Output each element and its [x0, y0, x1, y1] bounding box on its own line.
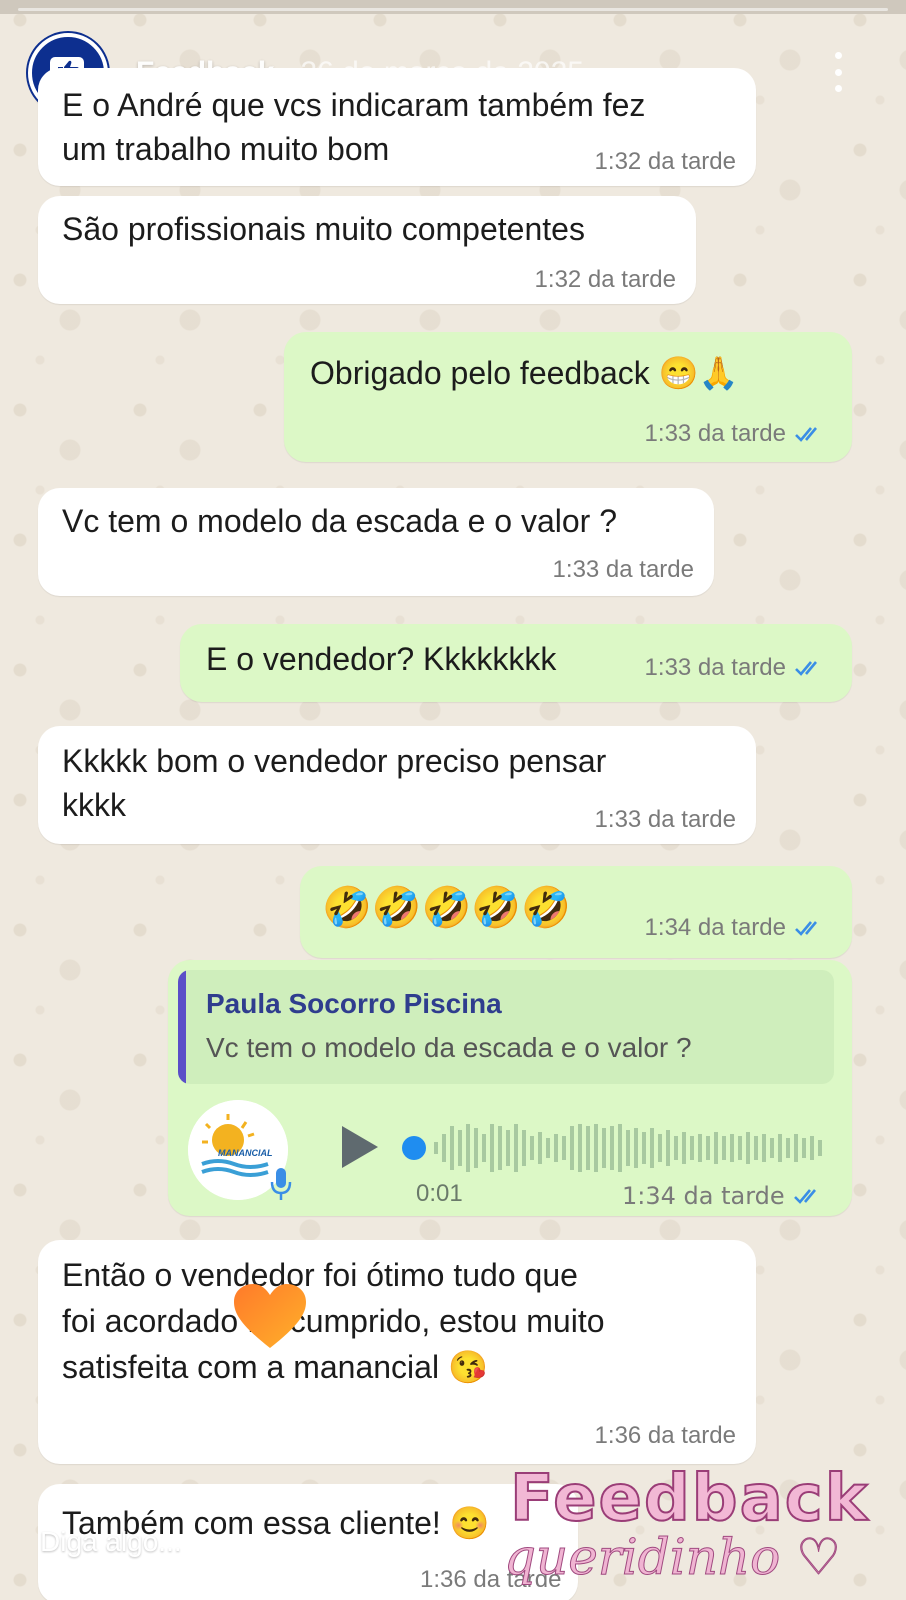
read-receipt-icon	[794, 918, 826, 938]
message-text: São profissionais muito competentes	[62, 211, 585, 247]
message-text: 🤣🤣🤣🤣🤣	[322, 886, 572, 930]
message-bubble-incoming[interactable]: Vc tem o modelo da escada e o valor ? 1:…	[38, 488, 714, 596]
message-time: 1:32 da tarde	[534, 266, 676, 293]
message-bubble-incoming[interactable]: São profissionais muito competentes 1:32…	[38, 196, 696, 304]
message-time: 1:33 da tarde	[645, 420, 826, 448]
message-text: Obrigado pelo feedback 😁🙏	[310, 355, 739, 391]
quoted-sender: Paula Socorro Piscina	[206, 988, 502, 1019]
message-time: 1:33 da tarde	[594, 806, 736, 833]
message-time: 1:36 da tarde	[594, 1422, 736, 1449]
microphone-icon	[268, 1166, 294, 1206]
message-bubble-outgoing[interactable]: E o vendedor? Kkkkkkkk 1:33 da tarde	[180, 624, 852, 702]
read-receipt-icon	[794, 658, 826, 678]
feedback-sticker-subtitle: queridinho ♡	[504, 1528, 842, 1587]
message-time: 1:32 da tarde	[594, 148, 736, 175]
quoted-message[interactable]: Paula Socorro Piscina Vc tem o modelo da…	[178, 970, 834, 1084]
message-text: Vc tem o modelo da escada e o valor ?	[62, 503, 617, 539]
message-text: Kkkkk bom o vendedor preciso pensar	[62, 743, 607, 779]
message-time-label: 1:34 da tarde	[644, 914, 786, 941]
feedback-sticker-title: Feedback	[509, 1461, 870, 1537]
message-text: E o vendedor? Kkkkkkkk	[206, 641, 557, 677]
message-text: um trabalho muito bom	[62, 131, 390, 167]
message-bubble-incoming[interactable]: E o André que vcs indicaram também fez u…	[38, 68, 756, 186]
message-time-label: 1:33 da tarde	[644, 420, 786, 447]
message-time: 1:33 da tarde	[645, 654, 826, 682]
voice-duration: 0:01	[416, 1180, 463, 1207]
waveform[interactable]	[434, 1120, 830, 1176]
story-progress-bar	[18, 8, 888, 11]
more-options-icon[interactable]	[832, 52, 844, 92]
reply-input[interactable]: Diga algo...	[40, 1526, 182, 1558]
quoted-text: Vc tem o modelo da escada e o valor ?	[206, 1032, 692, 1063]
message-text: E o André que vcs indicaram também fez	[62, 87, 646, 123]
message-bubble-incoming[interactable]: Kkkkk bom o vendedor preciso pensar kkkk…	[38, 726, 756, 844]
message-time: 1:34 da tarde	[645, 914, 826, 942]
quote-accent-bar	[178, 970, 186, 1084]
read-receipt-icon	[793, 1186, 825, 1206]
avatar-label: MANANCIAL	[218, 1148, 273, 1158]
heart-sticker-icon	[232, 1282, 308, 1356]
message-text: foi acordado foi cumprido, estou muito	[62, 1303, 605, 1339]
message-bubble-outgoing[interactable]: 🤣🤣🤣🤣🤣 1:34 da tarde	[300, 866, 852, 958]
top-strip	[0, 0, 906, 14]
playback-position-handle[interactable]	[402, 1136, 426, 1160]
message-bubble-outgoing[interactable]: Obrigado pelo feedback 😁🙏 1:33 da tarde	[284, 332, 852, 462]
message-time-label: 1:33 da tarde	[644, 654, 786, 681]
message-text: Então o vendedor foi ótimo tudo que	[62, 1257, 578, 1293]
play-icon[interactable]	[338, 1124, 380, 1174]
read-receipt-icon	[794, 424, 826, 444]
message-text: kkkk	[62, 787, 126, 823]
message-time: 1:33 da tarde	[552, 556, 694, 583]
message-time-label: 1:34 da tarde	[622, 1182, 785, 1210]
message-bubble-incoming[interactable]: Então o vendedor foi ótimo tudo que foi …	[38, 1240, 756, 1464]
message-time: 1:34 da tarde	[622, 1182, 825, 1210]
